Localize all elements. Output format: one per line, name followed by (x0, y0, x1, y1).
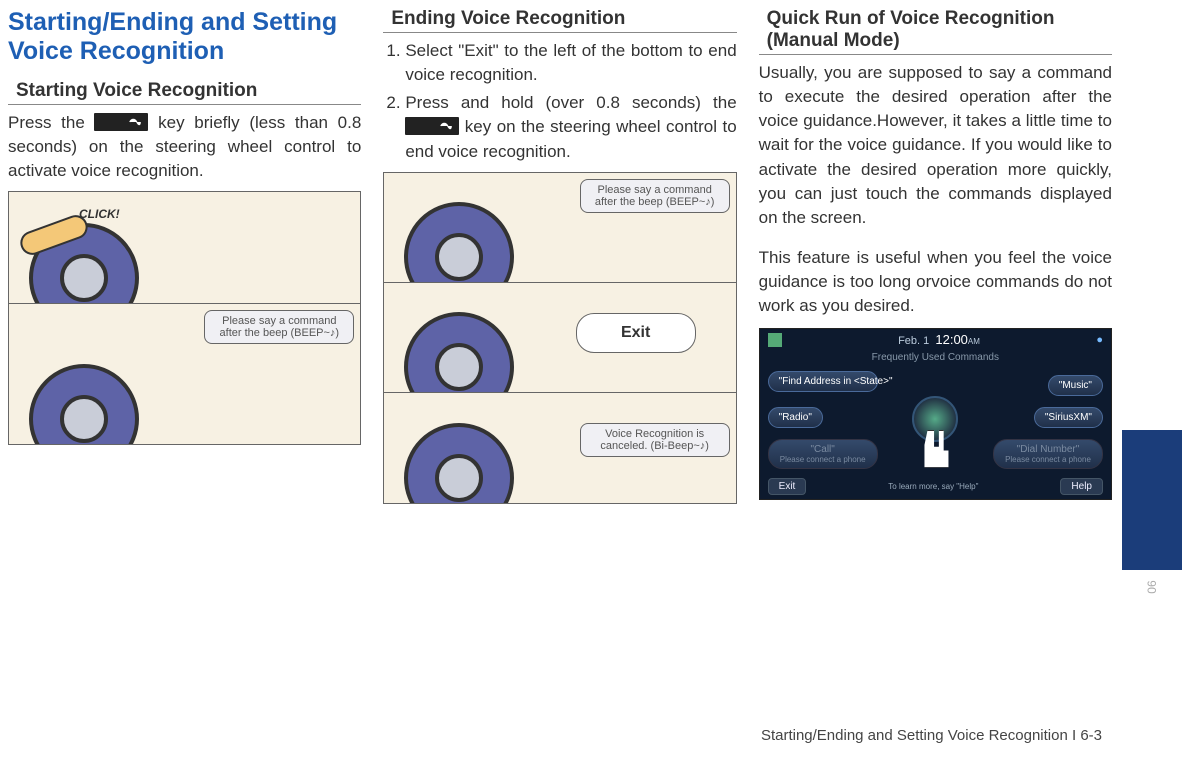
driver-graphic (394, 182, 544, 282)
driver-graphic (394, 403, 544, 503)
command-grid: "Find Address in <State>" "Music" "Radio… (760, 367, 1111, 471)
column-1: Starting/Ending and Setting Voice Recogn… (8, 8, 361, 504)
step2-before: Press and hold (over 0.8 seconds) the (405, 93, 736, 112)
heading-starting: Starting Voice Recognition (8, 80, 361, 105)
voice-key-icon (405, 117, 459, 135)
driver-graphic: CLICK! (19, 203, 169, 303)
click-label: CLICK! (79, 207, 120, 221)
quickrun-para2: This feature is useful when you feel the… (759, 246, 1112, 318)
heading-ending: Ending Voice Recognition (383, 8, 736, 33)
illus-panel-2: Exit (384, 283, 735, 393)
illustration-ending: Please say a command after the beep (BEE… (383, 172, 736, 504)
illus-panel-2: Please say a command after the beep (BEE… (9, 304, 360, 444)
step-2: Press and hold (over 0.8 seconds) the ke… (405, 91, 736, 163)
cmd-dial-sub: Please connect a phone (1004, 455, 1092, 464)
column-2: Ending Voice Recognition Select "Exit" t… (383, 8, 736, 504)
illustration-starting: CLICK! Please say a command after the be… (8, 191, 361, 445)
text-before-key: Press the (8, 113, 94, 132)
help-hint: To learn more, say "Help" (888, 482, 978, 491)
cmd-call-label: "Call" (779, 444, 867, 455)
illus-panel-1: Please say a command after the beep (BEE… (384, 173, 735, 283)
chapter-accent (1122, 430, 1182, 570)
mic-center-icon (912, 396, 958, 442)
speech-bubble: Please say a command after the beep (BEE… (204, 310, 354, 344)
exit-button[interactable]: Exit (768, 478, 807, 495)
driver-graphic (19, 344, 169, 444)
cmd-call-sub: Please connect a phone (779, 455, 867, 464)
page-footer: Starting/Ending and Setting Voice Recogn… (0, 727, 1102, 744)
voice-key-icon (94, 113, 148, 131)
home-icon[interactable] (768, 333, 782, 347)
mic-icon: ● (1096, 334, 1103, 346)
status-bar: Feb. 1 12:00AM ● (760, 329, 1111, 350)
cmd-find-address[interactable]: "Find Address in <State>" (768, 371, 878, 392)
page-title: Starting/Ending and Setting Voice Recogn… (8, 8, 361, 66)
help-button[interactable]: Help (1060, 478, 1103, 495)
status-ampm: AM (968, 337, 980, 346)
screen-subtitle: Frequently Used Commands (760, 352, 1111, 363)
page-content: Starting/Ending and Setting Voice Recogn… (0, 0, 1182, 504)
status-time: 12:00 (935, 332, 968, 347)
illus-panel-3: Voice Recognition is canceled. (Bi-Beep~… (384, 393, 735, 503)
cmd-dial-label: "Dial Number" (1004, 444, 1092, 455)
column-3: Quick Run of Voice Recognition (Manual M… (759, 8, 1162, 504)
cmd-music[interactable]: "Music" (1048, 375, 1103, 396)
cmd-dial[interactable]: "Dial Number" Please connect a phone (993, 439, 1103, 469)
starting-body: Press the key briefly (less than 0.8 sec… (8, 111, 361, 183)
driver-graphic (394, 292, 544, 392)
cmd-call[interactable]: "Call" Please connect a phone (768, 439, 878, 469)
ending-steps: Select "Exit" to the left of the bottom … (383, 39, 736, 164)
status-date: Feb. 1 (898, 335, 929, 347)
speech-bubble: Voice Recognition is canceled. (Bi-Beep~… (580, 423, 730, 457)
quickrun-para1: Usually, you are supposed to say a comma… (759, 61, 1112, 230)
heading-quickrun: Quick Run of Voice Recognition (Manual M… (759, 8, 1112, 55)
cmd-radio[interactable]: "Radio" (768, 407, 823, 428)
side-tab: 06 (1122, 0, 1182, 758)
illus-panel-1: CLICK! (9, 192, 360, 304)
step-1: Select "Exit" to the left of the bottom … (405, 39, 736, 87)
exit-bubble: Exit (576, 313, 696, 353)
cmd-siriusxm[interactable]: "SiriusXM" (1034, 407, 1103, 428)
screen-bottom-bar: Exit To learn more, say "Help" Help (760, 478, 1111, 495)
infotainment-screenshot: Feb. 1 12:00AM ● Frequently Used Command… (759, 328, 1112, 500)
speech-bubble: Please say a command after the beep (BEE… (580, 179, 730, 213)
chapter-number: 06 (1145, 557, 1159, 617)
